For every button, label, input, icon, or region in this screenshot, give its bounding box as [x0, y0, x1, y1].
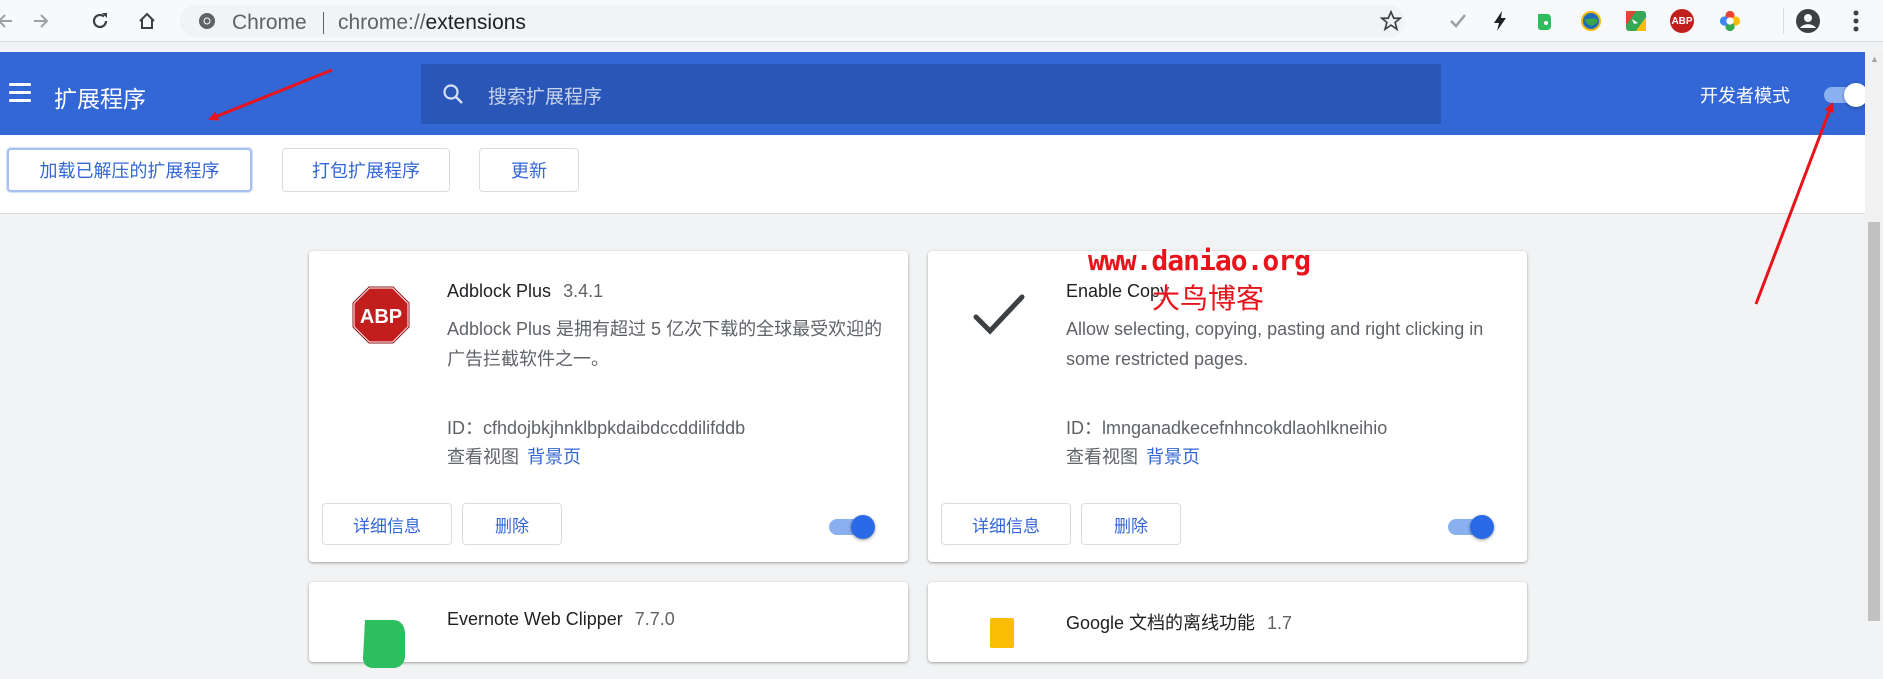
scroll-up-arrow-icon[interactable]: ▲	[1870, 54, 1879, 64]
extension-views: 查看视图 背景页	[1066, 443, 1200, 469]
abp-icon-text: ABP	[360, 306, 402, 328]
toggle-knob	[851, 515, 875, 539]
extension-id-value: lmnganadkecefnhncokdlaohlkneihio	[1102, 418, 1388, 438]
extension-enable-toggle[interactable]	[1448, 515, 1496, 539]
extension-card-evernote: Evernote Web Clipper 7.7.0	[309, 582, 908, 668]
evernote-extension-icon[interactable]	[1533, 10, 1555, 32]
extension-id-value: cfhdojbkjhnklbpkdaibdccddilifddb	[483, 418, 746, 438]
bookmark-star-icon[interactable]	[1379, 9, 1403, 37]
extension-name-text: Adblock Plus	[447, 281, 552, 301]
page-title: 扩展程序	[54, 86, 146, 112]
inspect-views-label: 查看视图	[447, 447, 519, 467]
update-button[interactable]: 更新	[479, 148, 579, 192]
forward-arrow-icon[interactable]	[28, 8, 54, 34]
developer-toolbar: 加载已解压的扩展程序 打包扩展程序 更新	[0, 135, 1865, 214]
remove-button[interactable]: 删除	[1081, 503, 1181, 545]
page-scrollbar[interactable]: ▲	[1865, 52, 1883, 621]
extension-views: 查看视图 背景页	[447, 443, 581, 469]
extension-name-text: Evernote Web Clipper	[447, 609, 623, 629]
inspect-views-label: 查看视图	[1066, 447, 1138, 467]
extension-description: Adblock Plus 是拥有超过 5 亿次下载的全球最受欢迎的广告拦截软件之…	[447, 319, 883, 369]
extension-card-google-docs: Google 文档的离线功能 1.7	[928, 582, 1527, 662]
checkmark-icon	[968, 283, 1032, 347]
adblock-plus-stop-sign-icon: ABP	[349, 283, 413, 347]
details-button[interactable]: 详细信息	[941, 503, 1071, 545]
search-icon	[441, 82, 465, 106]
pack-extension-button[interactable]: 打包扩展程序	[282, 148, 450, 192]
search-placeholder: 搜索扩展程序	[488, 87, 603, 108]
extension-id: ID：cfhdojbkjhnklbpkdaibdccddilifddb	[447, 414, 745, 440]
url-path: extensions	[425, 11, 526, 34]
hamburger-menu-icon[interactable]	[9, 83, 31, 103]
reload-icon[interactable]	[87, 8, 113, 34]
url-text[interactable]: chrome://extensions	[338, 11, 526, 35]
watermark-blog-name: 大鸟博客	[1152, 282, 1265, 315]
browser-toolbar: Chrome chrome://extensions ABP	[0, 0, 1883, 42]
extension-version: 3.4.1	[563, 281, 604, 301]
profile-avatar-icon[interactable]	[1795, 8, 1821, 39]
adblock-plus-extension-icon[interactable]: ABP	[1670, 9, 1694, 33]
extension-id: ID：lmnganadkecefnhncokdlaohlkneihio	[1066, 414, 1387, 440]
watermark-url: www.daniao.org	[1088, 244, 1311, 277]
checkmark-extension-icon[interactable]	[1447, 10, 1469, 32]
chrome-logo-icon	[198, 12, 216, 35]
details-button[interactable]: 详细信息	[322, 503, 452, 545]
globe-extension-icon[interactable]	[1580, 10, 1602, 32]
google-docs-extension-icon[interactable]	[1625, 10, 1647, 32]
google-docs-icon	[968, 610, 1032, 674]
toolbar-divider	[1783, 8, 1784, 34]
evernote-elephant-icon	[349, 610, 413, 674]
extension-description: Allow selecting, copying, pasting and ri…	[1066, 319, 1484, 369]
browser-menu-icon[interactable]	[1851, 8, 1861, 39]
toggle-knob	[1470, 515, 1494, 539]
scroll-thumb[interactable]	[1868, 222, 1880, 621]
extension-card-adblock-plus: ABP Adblock Plus 3.4.1 Adblock Plus 是拥有超过…	[309, 251, 908, 562]
extension-version: 7.7.0	[634, 609, 675, 629]
site-label: Chrome	[232, 11, 307, 34]
extension-enable-toggle[interactable]	[829, 515, 877, 539]
search-input[interactable]: 搜索扩展程序	[421, 64, 1441, 124]
url-scheme: chrome://	[338, 11, 426, 34]
extension-name: Google 文档的离线功能 1.7	[1066, 609, 1292, 635]
extensions-header: 扩展程序 搜索扩展程序 开发者模式	[0, 52, 1868, 135]
extension-name-text: Google 文档的离线功能	[1066, 613, 1256, 633]
background-page-link[interactable]: 背景页	[527, 447, 581, 467]
remove-button[interactable]: 删除	[462, 503, 562, 545]
extension-id-label: ID：	[1066, 418, 1102, 438]
lightning-extension-icon[interactable]	[1489, 10, 1511, 32]
extension-id-label: ID：	[447, 418, 483, 438]
home-icon[interactable]	[134, 8, 160, 34]
background-page-link[interactable]: 背景页	[1146, 447, 1200, 467]
load-unpacked-button[interactable]: 加载已解压的扩展程序	[7, 148, 252, 192]
developer-mode-label: 开发者模式	[1700, 86, 1790, 106]
extension-version: 1.7	[1267, 613, 1293, 633]
extension-name: Evernote Web Clipper 7.7.0	[447, 609, 675, 630]
address-separator	[323, 12, 324, 34]
flower-extension-icon[interactable]	[1719, 10, 1741, 32]
extension-name: Adblock Plus 3.4.1	[447, 281, 603, 302]
back-arrow-icon[interactable]	[0, 8, 18, 34]
